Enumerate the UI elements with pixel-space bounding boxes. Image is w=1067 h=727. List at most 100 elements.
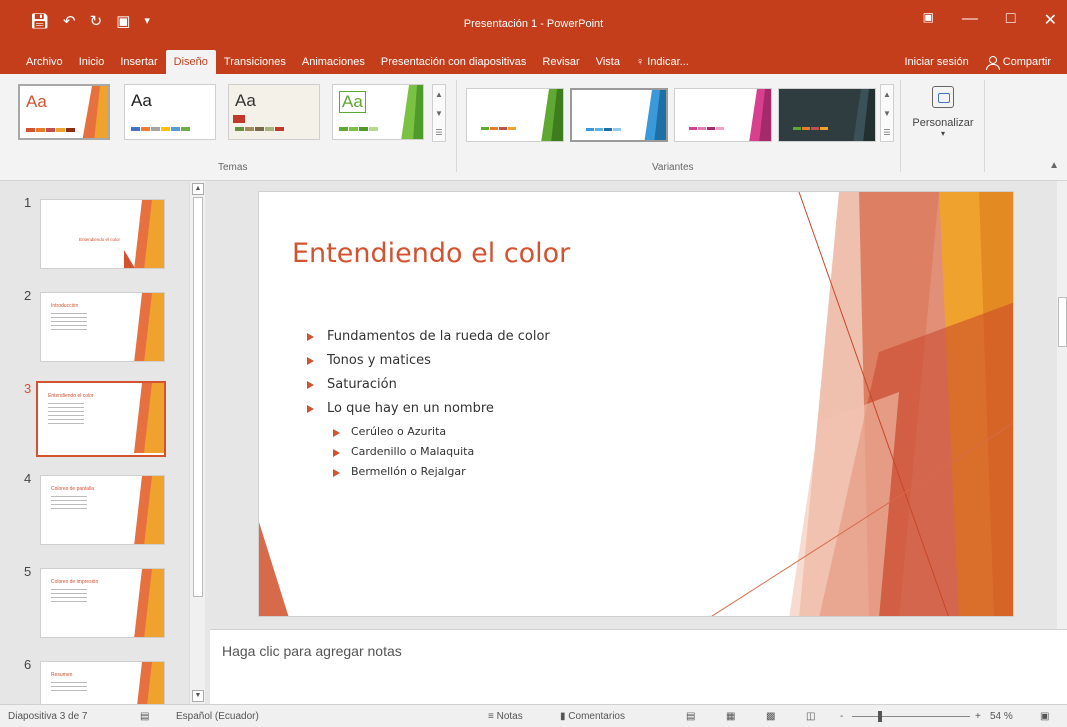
theme-sample-text: Aa <box>235 91 256 110</box>
theme-swatches <box>339 127 378 131</box>
notes-pane[interactable]: Haga clic para agregar notas <box>210 629 1067 704</box>
themes-group-label: Temas <box>218 162 248 173</box>
thumbnail-number: 6 <box>24 657 32 672</box>
share-button[interactable]: Compartir <box>977 50 1059 74</box>
bullet-item: Lo que hay en un nombre <box>307 401 550 416</box>
theme-sample-text: Aa <box>131 91 152 110</box>
variant-3[interactable] <box>674 88 772 142</box>
slide-title[interactable]: Entendiendo el color <box>292 238 570 269</box>
collapse-ribbon-icon[interactable]: ▲ <box>1049 160 1059 171</box>
theme-faceta[interactable]: Aa <box>18 84 110 140</box>
slide-thumbnail-3[interactable]: Entendiendo el color <box>36 381 166 457</box>
variant-decoration <box>853 89 875 141</box>
more-themes-icon[interactable]: ☰ <box>433 123 445 142</box>
notes-label: Notas <box>496 711 523 722</box>
zoom-level[interactable]: 54 % <box>990 711 1013 722</box>
scroll-down-icon[interactable]: ▼ <box>881 104 893 123</box>
maximize-icon[interactable]: □ <box>1006 10 1016 30</box>
sub-bullet-item: Cerúleo o Azurita <box>333 425 550 438</box>
theme-office[interactable]: Aa <box>124 84 216 140</box>
slide-bullet-list[interactable]: Fundamentos de la rueda de color Tonos y… <box>307 329 550 485</box>
variants-gallery-scroll[interactable]: ▲ ▼ ☰ <box>880 84 894 142</box>
thumbnail-title: Colores de pantalla <box>51 486 95 492</box>
zoom-slider-thumb[interactable] <box>878 711 882 722</box>
comments-toggle[interactable]: ▮ Comentarios <box>560 711 625 722</box>
status-bar: Diapositiva 3 de 7 ▤ Español (Ecuador) ≡… <box>0 704 1067 727</box>
tab-revisar[interactable]: Revisar <box>534 50 587 74</box>
tab-insertar[interactable]: Insertar <box>112 50 165 74</box>
scroll-down-icon[interactable]: ▼ <box>433 104 445 123</box>
thumbnail-lines <box>48 403 84 427</box>
tell-me-search[interactable]: ♀ Indicar... <box>628 50 697 74</box>
slide-scrollbar[interactable] <box>1057 181 1067 629</box>
variant-decoration <box>749 89 771 141</box>
group-divider <box>456 80 457 172</box>
language-indicator[interactable]: Español (Ecuador) <box>176 711 259 722</box>
zoom-out-button[interactable]: - <box>840 711 843 722</box>
tab-diseno[interactable]: Diseño <box>165 50 216 74</box>
more-variants-icon[interactable]: ☰ <box>881 123 893 142</box>
tab-presentacion[interactable]: Presentación con diapositivas <box>373 50 535 74</box>
close-icon[interactable]: ✕ <box>1044 10 1057 30</box>
variant-2[interactable] <box>570 88 668 142</box>
bullet-item: Tonos y matices <box>307 353 550 368</box>
thumbnail-decoration <box>134 569 164 637</box>
slideshow-icon[interactable]: ◫ <box>806 711 815 722</box>
ribbon-display-icon[interactable]: ▣ <box>923 10 934 30</box>
variant-4[interactable] <box>778 88 876 142</box>
variant-swatches <box>689 127 724 130</box>
zoom-in-button[interactable]: + <box>975 711 981 722</box>
tab-inicio[interactable]: Inicio <box>71 50 113 74</box>
reading-view-icon[interactable]: ▩ <box>766 711 775 722</box>
thumbnail-lines <box>51 496 87 512</box>
bullet-item: Fundamentos de la rueda de color <box>307 329 550 344</box>
variant-decoration <box>541 89 563 141</box>
slide-thumbnail-2[interactable]: Introducción <box>40 292 165 362</box>
thumbnail-scrollbar[interactable]: ▲ ▼ <box>189 181 205 704</box>
notes-icon: ≡ <box>488 711 497 722</box>
group-divider <box>900 80 901 172</box>
ribbon-design: Aa Aa Aa Aa ▲ ▼ ☰ Temas ▲ ▼ ☰ Variantes … <box>0 74 1067 181</box>
minimize-icon[interactable]: — <box>962 10 978 30</box>
scroll-down-icon[interactable]: ▼ <box>192 690 204 702</box>
themes-gallery-scroll[interactable]: ▲ ▼ ☰ <box>432 84 446 142</box>
theme-green[interactable]: Aa <box>332 84 424 140</box>
slide-thumbnail-pane: 1 Entendiendo el color 2 Introducción 3 … <box>0 181 210 727</box>
thumbnail-title: Colores de impresión <box>51 579 99 585</box>
spell-check-icon[interactable]: ▤ <box>140 711 149 722</box>
person-icon <box>985 55 1000 70</box>
slide-thumbnail-4[interactable]: Colores de pantalla <box>40 475 165 545</box>
slide-thumbnail-1[interactable]: Entendiendo el color <box>40 199 165 269</box>
scroll-up-icon[interactable]: ▲ <box>881 85 893 104</box>
normal-view-icon[interactable]: ▤ <box>686 711 695 722</box>
thumbnail-number: 1 <box>24 195 32 210</box>
customize-button[interactable]: Personalizar ▾ <box>903 84 983 154</box>
thumbnail-number: 2 <box>24 288 32 303</box>
sub-bullet-item: Cardenillo o Malaquita <box>333 445 550 458</box>
thumbnail-title: Resumen <box>51 672 73 678</box>
tab-animaciones[interactable]: Animaciones <box>294 50 373 74</box>
ribbon-tabs: Archivo Inicio Insertar Diseño Transicio… <box>0 46 1067 74</box>
sub-bullet-item: Bermellón o Rejalgar <box>333 465 550 478</box>
variant-1[interactable] <box>466 88 564 142</box>
theme-sample-text: Aa <box>339 91 366 113</box>
tab-archivo[interactable]: Archivo <box>18 50 71 74</box>
notes-toggle[interactable]: ≡ Notas <box>488 711 523 722</box>
scroll-up-icon[interactable]: ▲ <box>433 85 445 104</box>
current-slide[interactable]: Entendiendo el color Fundamentos de la r… <box>258 191 1014 617</box>
notes-placeholder: Haga clic para agregar notas <box>222 643 402 659</box>
fit-to-window-icon[interactable]: ▣ <box>1040 711 1049 722</box>
tab-vista[interactable]: Vista <box>588 50 628 74</box>
scroll-up-icon[interactable]: ▲ <box>192 183 204 195</box>
scrollbar-thumb[interactable] <box>193 197 203 597</box>
signin-link[interactable]: Iniciar sesión <box>897 50 977 74</box>
zoom-slider[interactable] <box>852 716 970 717</box>
slide-sorter-icon[interactable]: ▦ <box>726 711 735 722</box>
theme-ion[interactable]: Aa <box>228 84 320 140</box>
slide-thumbnail-5[interactable]: Colores de impresión <box>40 568 165 638</box>
variant-swatches <box>481 127 516 130</box>
variant-swatches <box>793 127 828 130</box>
scrollbar-thumb[interactable] <box>1058 297 1067 347</box>
thumbnail-number: 4 <box>24 471 32 486</box>
tab-transiciones[interactable]: Transiciones <box>216 50 294 74</box>
